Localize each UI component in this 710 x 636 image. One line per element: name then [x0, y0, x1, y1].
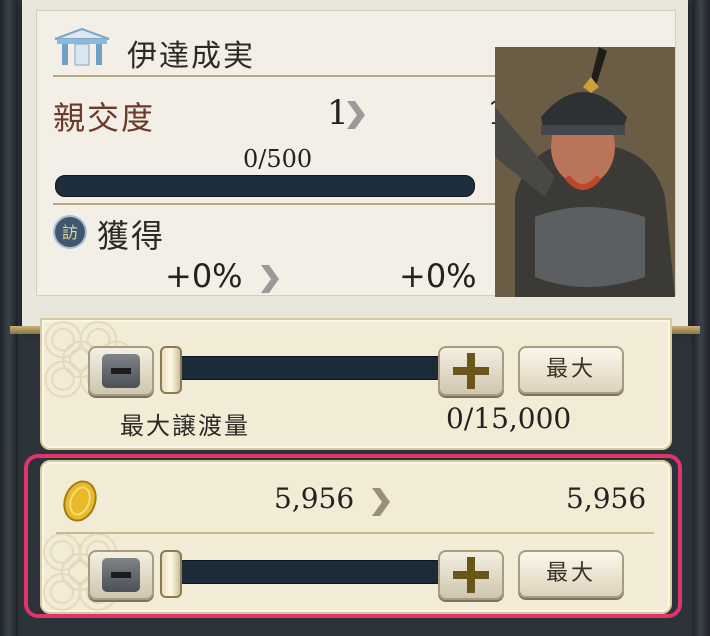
- officer-panel: 伊達成実 親交度 1 1 0/500 訪 獲得 +0% +0%: [22, 0, 688, 328]
- house-icon: [54, 27, 110, 66]
- minus-icon: [111, 572, 131, 578]
- chevron-right-icon: [347, 101, 365, 129]
- decrease-button[interactable]: [88, 346, 154, 396]
- plus-icon-vertical: [467, 353, 475, 389]
- max-button[interactable]: 最大: [518, 346, 624, 394]
- officer-name: 伊達成実: [127, 39, 255, 74]
- affinity-progress-text: 0/500: [243, 145, 313, 173]
- frame-left: [0, 0, 18, 636]
- divider: [53, 75, 509, 77]
- svg-text:訪: 訪: [62, 223, 78, 242]
- transfer-slider-row: 最大: [88, 342, 628, 396]
- frame-right: [692, 0, 710, 636]
- transfer-max-label: 最大譲渡量: [120, 412, 250, 440]
- increase-button[interactable]: [438, 346, 504, 396]
- officer-panel-inner: 伊達成実 親交度 1 1 0/500 訪 獲得 +0% +0%: [36, 10, 676, 297]
- gain-label: 獲得: [97, 217, 166, 255]
- divider: [53, 203, 509, 205]
- transfer-slider-thumb[interactable]: [160, 346, 182, 394]
- affinity-label: 親交度: [53, 99, 156, 137]
- minus-icon: [111, 368, 131, 374]
- chevron-right-icon: [261, 265, 279, 293]
- officer-portrait: [495, 47, 675, 297]
- transfer-value: 0/15,000: [446, 402, 572, 435]
- gain-current: +0%: [165, 257, 243, 295]
- transfer-slider-track[interactable]: [168, 356, 440, 380]
- gain-badge-icon: 訪: [53, 215, 87, 249]
- affinity-progress-bar: [55, 175, 475, 197]
- gain-next: +0%: [399, 257, 477, 295]
- selection-highlight: [24, 454, 682, 618]
- transfer-card: 最大 最大譲渡量 0/15,000: [40, 318, 672, 450]
